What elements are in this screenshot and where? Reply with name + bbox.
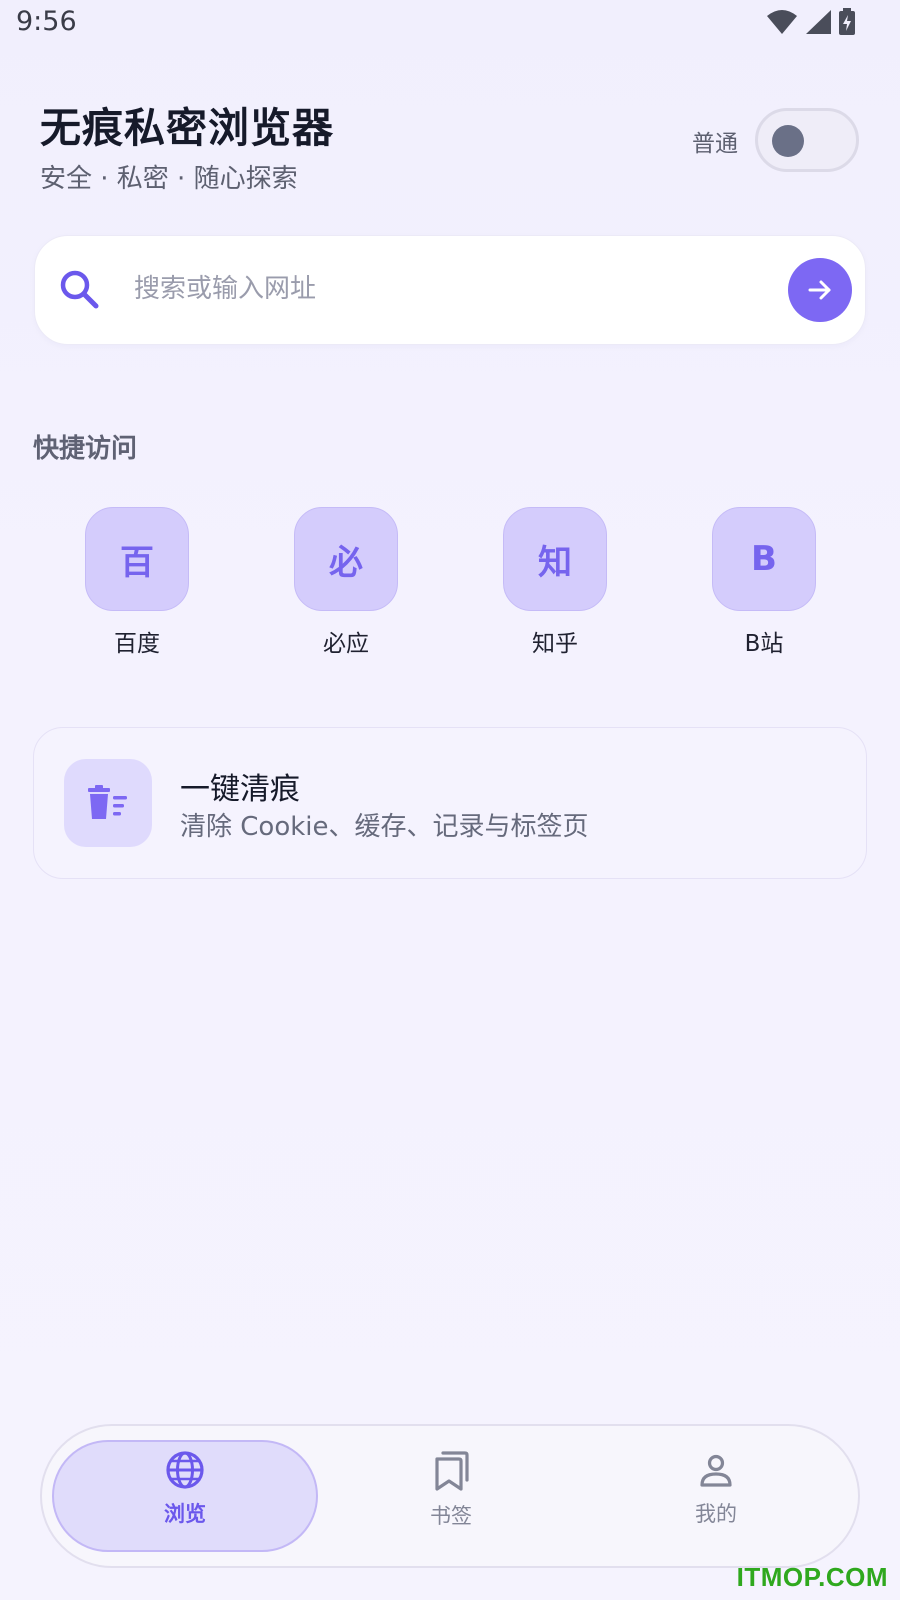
incognito-mode-toggle[interactable]: [755, 108, 859, 172]
search-input[interactable]: [134, 266, 734, 312]
go-button[interactable]: [788, 258, 852, 322]
nav-item-profile[interactable]: 我的: [616, 1450, 816, 1528]
profile-icon: [700, 1454, 732, 1487]
bookmarks-icon: [435, 1451, 469, 1491]
quick-tile-bing[interactable]: 必: [294, 507, 398, 611]
battery-charging-icon: [839, 8, 855, 35]
clear-card-title: 一键清痕: [180, 772, 300, 807]
quick-label-bilibili: B站: [744, 631, 784, 657]
arrow-right-icon: [808, 280, 831, 300]
mode-label: 普通: [692, 131, 738, 157]
signal-icon: [806, 10, 831, 34]
toggle-knob: [772, 125, 804, 157]
nav-label-bookmarks: 书签: [430, 1504, 472, 1528]
nav-item-browse[interactable]: 浏览: [85, 1450, 285, 1528]
quick-tile-zhihu[interactable]: 知: [503, 507, 607, 611]
app-subtitle: 安全 · 私密 · 随心探索: [40, 164, 298, 194]
app-title: 无痕私密浏览器: [40, 104, 334, 152]
globe-icon: [166, 1451, 204, 1489]
quick-tile-baidu[interactable]: 百: [85, 507, 189, 611]
search-icon: [60, 270, 99, 309]
status-time: 9:56: [16, 6, 77, 37]
watermark: ITMOP.COM: [736, 1562, 888, 1592]
quick-access-title: 快捷访问: [33, 434, 138, 464]
nav-item-bookmarks[interactable]: 书签: [351, 1450, 551, 1530]
quick-label-baidu: 百度: [114, 631, 160, 657]
wifi-icon: [767, 10, 797, 34]
quick-tile-bilibili[interactable]: B: [712, 507, 816, 611]
nav-label-browse: 浏览: [164, 1502, 206, 1526]
one-click-clear-card[interactable]: [33, 727, 867, 879]
status-icons: [766, 8, 856, 36]
clear-card-description: 清除 Cookie、缓存、记录与标签页: [180, 812, 589, 842]
nav-label-profile: 我的: [695, 1502, 737, 1526]
quick-label-zhihu: 知乎: [532, 631, 578, 657]
clear-trash-icon: [88, 785, 127, 819]
clear-icon-box: [64, 759, 152, 847]
quick-label-bing: 必应: [323, 631, 369, 657]
